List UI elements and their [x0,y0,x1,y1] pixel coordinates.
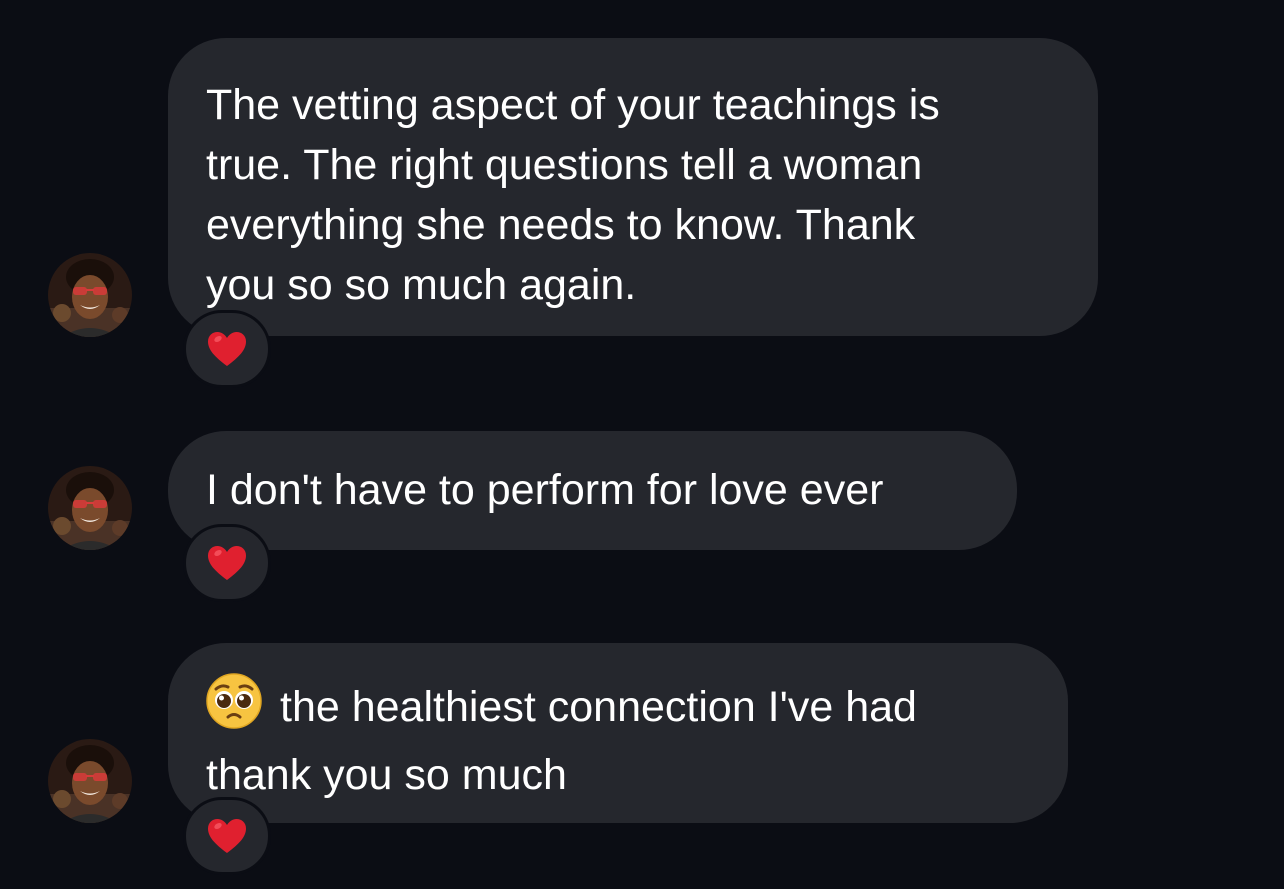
message-text-line: true. The right questions tell a woman [206,141,923,189]
message-bubble[interactable]: The vetting aspect of your teachings is … [168,38,1098,336]
message-text-line: I don't have to perform for love ever [206,466,884,514]
sender-avatar[interactable] [48,466,132,550]
heart-reaction[interactable] [183,310,271,388]
red-heart-icon [207,818,247,854]
sender-avatar[interactable] [48,253,132,337]
pleading-face-icon [206,673,262,745]
message-bubble[interactable]: the healthiest connection I've had thank… [168,643,1068,823]
red-heart-icon [207,331,247,367]
message-text-line: thank you so much [206,751,567,799]
message-text-line: you so so much again. [206,261,637,309]
sender-avatar[interactable] [48,739,132,823]
message-text: the healthiest connection I've had [280,683,917,731]
red-heart-icon [207,545,247,581]
message-text-line: everything she needs to know. Thank [206,201,916,249]
heart-reaction[interactable] [183,524,271,602]
message-bubble[interactable]: I don't have to perform for love ever [168,431,1017,550]
heart-reaction[interactable] [183,797,271,875]
message-text-line: the healthiest connection I've had [206,673,1030,745]
message-text-line: The vetting aspect of your teachings is [206,81,940,129]
